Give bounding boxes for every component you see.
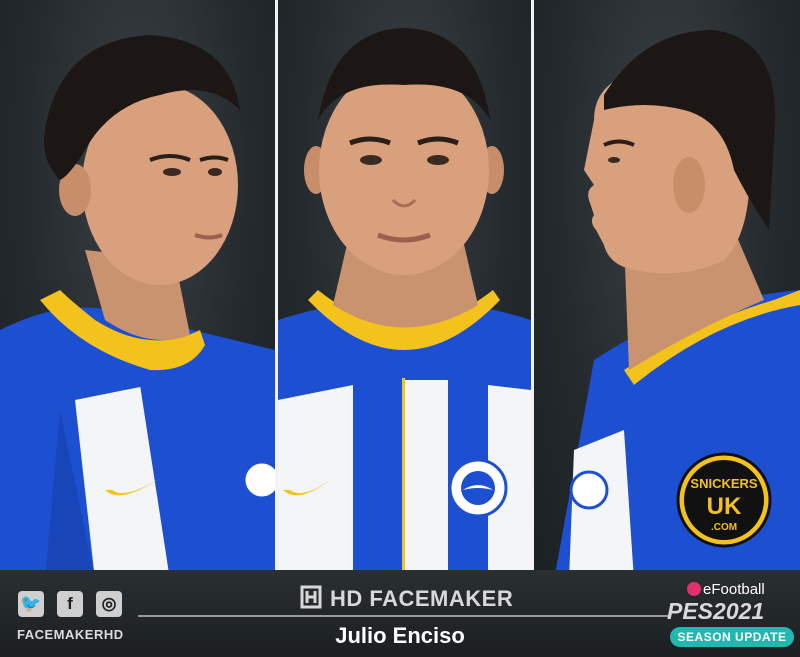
player-render-front (278, 28, 531, 580)
sponsor-line-3: .COM (711, 522, 737, 533)
sponsor-line-1: SNICKERS (690, 476, 758, 491)
render-panel-profile: SNICKERS UK .COM (534, 0, 800, 580)
instagram-icon[interactable]: ◎ (96, 591, 122, 617)
player-render-left (0, 35, 275, 580)
sleeve-sponsor-patch: SNICKERS UK .COM (676, 452, 772, 548)
game-title: PES2021 (667, 598, 765, 624)
hd-facemaker-logo-icon (300, 585, 322, 609)
brand-logo: HD FACEMAKER (300, 585, 540, 611)
facebook-icon[interactable]: f (57, 591, 83, 617)
render-panel-left (0, 0, 275, 580)
season-update-badge: SEASON UPDATE (670, 627, 794, 647)
efootball-label: eFootball (703, 581, 765, 598)
brand-name: HD FACEMAKER (330, 586, 514, 611)
player-render-profile: SNICKERS UK .COM (554, 30, 800, 580)
club-badge (448, 458, 508, 518)
efootball-logo: eFootball (687, 581, 765, 598)
efootball-icon (687, 582, 701, 596)
footer-divider-line (138, 615, 668, 617)
render-panel-front (278, 0, 531, 580)
twitter-icon[interactable]: 🐦 (18, 591, 44, 617)
sponsor-line-2: UK (707, 493, 742, 520)
